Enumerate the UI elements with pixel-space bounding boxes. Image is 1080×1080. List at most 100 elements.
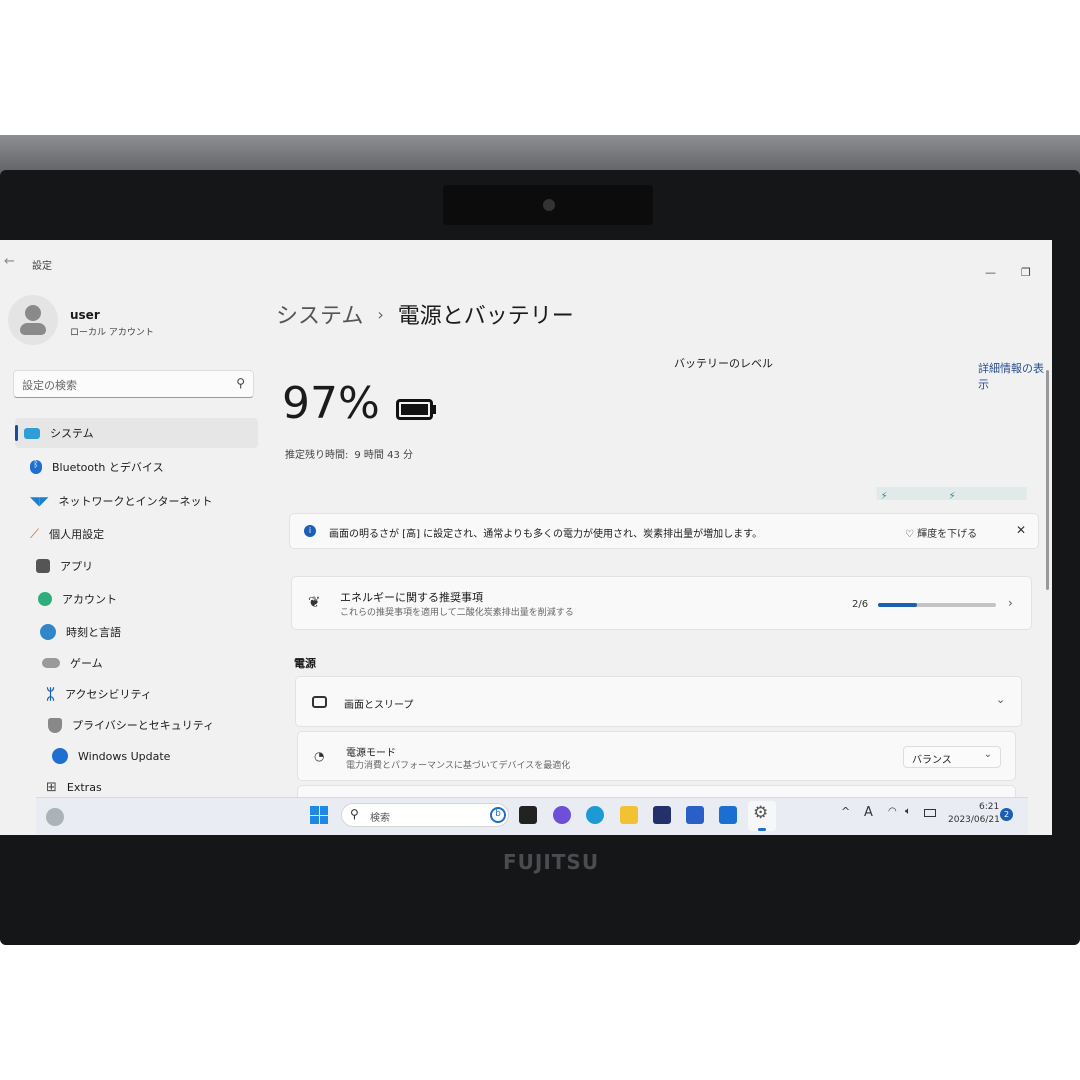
power-mode-row: ◔ 電源モード 電力消費とパフォーマンスに基づいてデバイスを最適化 バランス ⌄ [297, 731, 1016, 781]
chevron-up-icon[interactable]: ^ [841, 805, 850, 818]
bluetooth-icon: ᛒ [30, 460, 42, 474]
store-icon[interactable] [653, 806, 671, 824]
sidebar-item-label: ネットワークとインターネット [58, 495, 213, 508]
energy-recommendations[interactable]: ❦ エネルギーに関する推奨事項 これらの推奨事項を適用して二酸化炭素排出量を削減… [291, 576, 1032, 630]
screen-sleep-label: 画面とスリープ [344, 700, 414, 711]
search-icon: ⚲ [350, 807, 359, 821]
energy-title: エネルギーに関する推奨事項 [340, 591, 483, 604]
monitor-icon [24, 427, 40, 439]
battery-level-chart: 100%50%⚡︎⚡︎6:0012:0018:000:006:00 [876, 487, 1027, 500]
search-icon: ⚲ [236, 376, 245, 390]
task-view-icon[interactable] [519, 806, 537, 824]
mail-icon[interactable] [719, 806, 737, 824]
notice-text: 画面の明るさが [高] に設定され、通常よりも多くの電力が使用され、炭素排出量が… [329, 529, 763, 540]
charging-bolt-icon: ⚡︎ [881, 491, 888, 500]
app-icon[interactable] [686, 806, 704, 824]
screen-sleep-icon [312, 696, 327, 708]
power-mode-title: 電源モード [346, 748, 396, 759]
screen-sleep-row[interactable]: 画面とスリープ ⌄ [295, 676, 1022, 727]
sidebar-item-windows-update[interactable]: Windows Update [52, 743, 170, 769]
settings-window: ← 設定 — ❐ ✕ user ローカル アカウント 設定の検索 ⚲ システム … [0, 240, 1052, 835]
background-wall [0, 135, 1080, 175]
selection-indicator [15, 425, 18, 441]
dismiss-notice-icon[interactable]: ✕ [1016, 523, 1026, 537]
wifi-icon[interactable]: ◠ [888, 806, 897, 817]
gauge-icon: ◔ [314, 749, 325, 763]
breadcrumb: システム › 電源とバッテリー [276, 298, 574, 330]
account-type: ローカル アカウント [70, 328, 154, 338]
breadcrumb-separator: › [377, 304, 384, 324]
energy-progress-text: 2/6 [852, 599, 869, 610]
lower-brightness-label: 輝度を下げる [917, 529, 978, 540]
maximize-icon[interactable]: ❐ [1021, 266, 1031, 279]
power-section-heading: 電源 [294, 657, 316, 670]
shield-icon [48, 717, 62, 733]
sidebar-item-label: Extras [66, 780, 102, 794]
brightness-notice: i 画面の明るさが [高] に設定され、通常よりも多くの電力が使用され、炭素排出… [289, 513, 1039, 549]
sidebar-item-label: アカウント [62, 593, 117, 606]
sidebar-item-label: Windows Update [78, 749, 171, 763]
sidebar-item-accounts[interactable]: アカウント [38, 586, 117, 612]
brush-icon: ⟋ [30, 526, 40, 542]
sidebar-item-label: プライバシーとセキュリティ [72, 719, 215, 732]
avatar[interactable] [8, 295, 58, 345]
chevron-down-icon: ⌄ [983, 749, 992, 760]
taskbar-search[interactable]: ⚲ 検索 b [341, 803, 509, 827]
bing-icon[interactable]: b [490, 807, 506, 823]
webcam [443, 185, 653, 225]
globe-clock-icon [40, 624, 56, 640]
sidebar-item-gaming[interactable]: ゲーム [42, 650, 103, 676]
battery-icon [396, 399, 433, 420]
power-mode-dropdown[interactable]: バランス ⌄ [903, 746, 1001, 768]
teams-chat-icon[interactable] [553, 806, 571, 824]
sidebar-item-label: 個人用設定 [49, 528, 105, 541]
scrollbar[interactable] [1046, 370, 1049, 590]
chevron-down-icon[interactable]: ⌄ [996, 693, 1005, 706]
battery-tray-icon[interactable] [924, 809, 936, 817]
extras-icon: ⊞ [46, 779, 57, 795]
sidebar-item-apps[interactable]: アプリ [36, 553, 93, 579]
chevron-right-icon: › [1008, 596, 1013, 610]
volume-icon[interactable]: 🔈︎ [905, 806, 911, 817]
wifi-icon: ◥◤ [30, 494, 49, 508]
taskbar-search-placeholder: 検索 [370, 813, 390, 824]
clock-date[interactable]: 2023/06/21 [948, 815, 1000, 825]
sidebar-item-label: アプリ [60, 560, 93, 573]
file-explorer-icon[interactable] [620, 806, 638, 824]
leaf-icon: ❦ [308, 593, 321, 611]
sidebar-item-privacy[interactable]: プライバシーとセキュリティ [48, 712, 214, 738]
remaining-time: 推定残り時間: 9 時間 43 分 [285, 446, 413, 461]
sidebar-item-accessibility[interactable]: ᛯ アクセシビリティ [46, 681, 152, 707]
minimize-icon[interactable]: — [985, 266, 996, 279]
notification-badge[interactable]: 2 [1000, 808, 1013, 821]
remaining-value: 9 時間 43 分 [354, 450, 413, 461]
info-icon: i [304, 525, 316, 537]
remaining-label: 推定残り時間: [285, 450, 349, 461]
start-button[interactable] [310, 806, 328, 824]
sidebar-item-network[interactable]: ◥◤ ネットワークとインターネット [30, 488, 212, 514]
edge-icon[interactable] [586, 806, 604, 824]
battery-percent: 97% [282, 378, 380, 429]
sidebar-item-system[interactable]: システム [24, 420, 94, 446]
brand-logo: FUJITSU [503, 850, 600, 874]
sidebar-item-bluetooth[interactable]: ᛒ Bluetooth とデバイス [30, 454, 164, 480]
clock-time[interactable]: 6:21 [979, 802, 999, 812]
sidebar-item-label: Bluetooth とデバイス [52, 461, 164, 474]
sidebar-item-personalization[interactable]: ⟋ 個人用設定 [30, 521, 104, 547]
charging-bolt-icon: ⚡︎ [949, 491, 956, 500]
sidebar-item-time-language[interactable]: 時刻と言語 [40, 619, 121, 645]
settings-taskbar-button[interactable]: ⚙ [748, 801, 776, 831]
back-arrow-icon[interactable]: ← [4, 254, 15, 269]
sidebar-item-label: ゲーム [70, 657, 103, 670]
leaf-heart-icon: ♡ [905, 529, 918, 540]
accessibility-icon: ᛯ [46, 685, 56, 703]
ime-indicator[interactable]: A [864, 805, 873, 820]
lower-brightness-button[interactable]: ♡ 輝度を下げる [905, 525, 977, 540]
breadcrumb-parent[interactable]: システム [276, 298, 363, 330]
sidebar-item-label: 時刻と言語 [66, 626, 121, 639]
search-placeholder: 設定の検索 [22, 379, 77, 392]
sidebar-item-label: システム [50, 427, 94, 440]
sidebar-item-label: アクセシビリティ [65, 688, 152, 701]
search-input[interactable]: 設定の検索 ⚲ [13, 370, 254, 398]
widgets-icon[interactable] [46, 808, 64, 826]
